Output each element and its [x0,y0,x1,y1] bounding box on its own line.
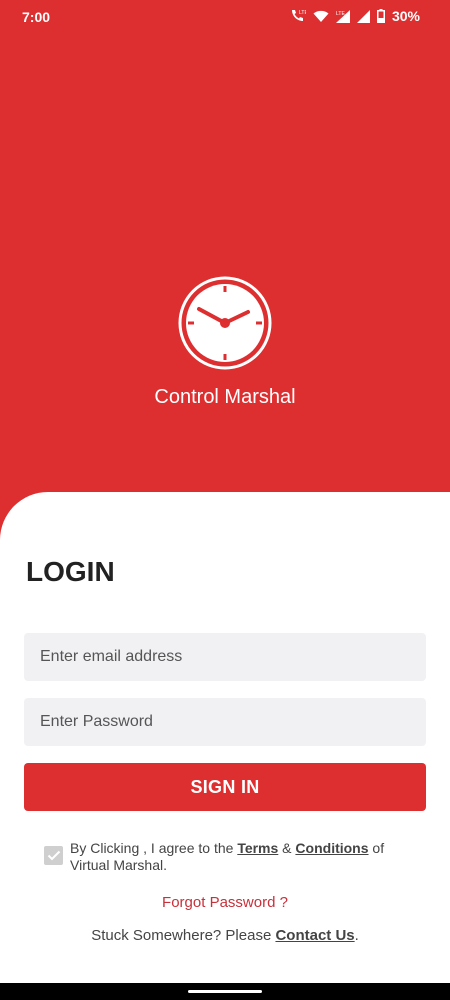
signal-icon: LTE [335,9,350,23]
battery-icon [376,9,385,23]
forgot-password-link[interactable]: Forgot Password ? [0,894,450,911]
home-indicator[interactable] [188,990,262,993]
terms-row: By Clicking , I agree to the Terms & Con… [44,840,424,874]
svg-text:LTE: LTE [299,10,306,16]
contact-row: Stuck Somewhere? Please Contact Us. [0,927,450,944]
checkmark-icon [47,850,60,861]
contact-us-link[interactable]: Contact Us [275,927,354,944]
contact-prefix: Stuck Somewhere? Please [91,927,276,944]
terms-checkbox[interactable] [44,846,63,865]
login-title: LOGIN [26,556,115,587]
wifi-icon [313,10,329,23]
status-time: 7:00 [22,9,51,25]
status-bar: 7:00 LTE LTE 30% [0,0,450,34]
contact-suffix: . [354,927,359,944]
conditions-link[interactable]: Conditions [295,840,368,856]
app-name: Control Marshal [154,386,296,408]
terms-link[interactable]: Terms [237,840,278,856]
signal-icon [356,9,370,23]
lte-call-icon: LTE [290,9,306,23]
status-icons: LTE LTE 30% [290,8,420,24]
password-field[interactable] [24,698,426,746]
sign-in-button[interactable]: SIGN IN [24,763,426,811]
svg-text:LTE: LTE [336,11,345,17]
battery-percentage: 30% [391,8,420,24]
clock-icon [178,276,272,370]
terms-ampersand: & [278,840,296,856]
email-field[interactable] [24,633,426,681]
terms-text: By Clicking , I agree to the Terms & Con… [70,840,424,874]
terms-prefix: By Clicking , I agree to the [70,840,238,856]
